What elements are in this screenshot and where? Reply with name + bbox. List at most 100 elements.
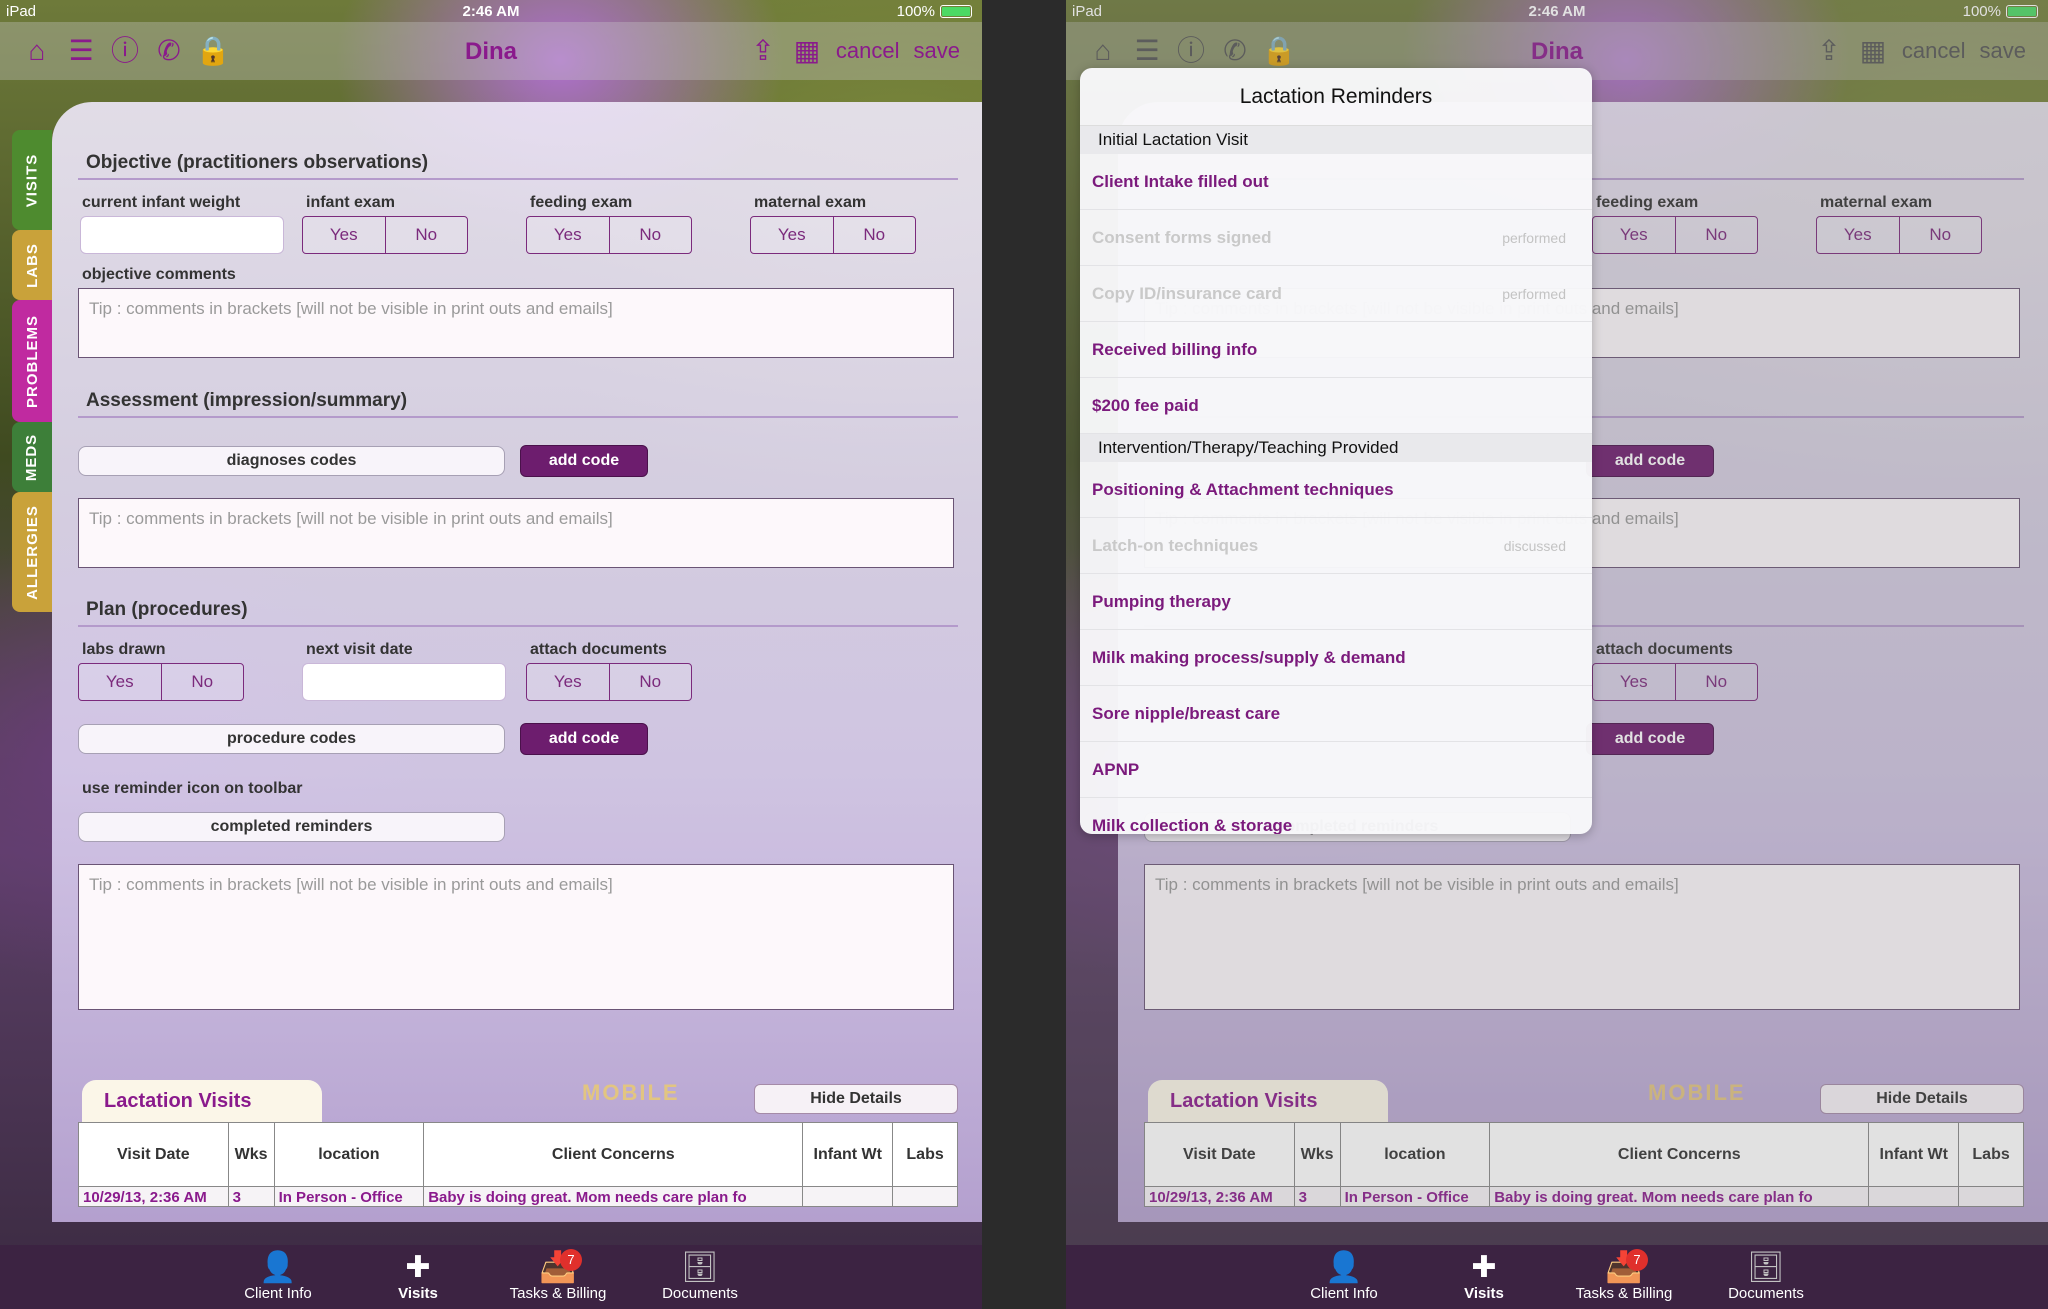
column-header[interactable]: Wks	[1295, 1123, 1341, 1186]
attach-documents-yes[interactable]: Yes	[527, 664, 609, 700]
tab-labs[interactable]: LABS	[12, 230, 52, 300]
current-infant-weight-input[interactable]	[80, 216, 284, 254]
status-bar: iPad 2:46 AM 100%	[0, 0, 982, 22]
objective-title: Objective (practitioners observations)	[86, 152, 429, 173]
tab-client-info[interactable]: 👤 Client Info	[1284, 1251, 1404, 1302]
status-time: 2:46 AM	[462, 3, 520, 20]
feeding-exam-yes[interactable]: Yes	[527, 217, 609, 253]
share-icon[interactable]: ⇪	[748, 36, 778, 66]
column-header[interactable]: Infant Wt	[803, 1123, 894, 1186]
cancel-button[interactable]: cancel	[1902, 38, 1966, 64]
add-procedure-code-button[interactable]: add code	[520, 723, 648, 755]
reminder-item[interactable]: Pumping therapy	[1080, 574, 1592, 630]
add-procedure-code-button[interactable]: add code	[1586, 723, 1714, 755]
column-header[interactable]: Visit Date	[79, 1123, 229, 1186]
tab-meds[interactable]: MEDS	[12, 422, 52, 492]
tab-documents[interactable]: 🗄 Documents	[1706, 1251, 1826, 1302]
reminder-item[interactable]: Client Intake filled out	[1080, 154, 1592, 210]
calendar-icon[interactable]: ▦	[1858, 36, 1888, 66]
table-cell	[1869, 1187, 1960, 1206]
assessment-comments-textarea[interactable]: Tip : comments in brackets [will not be …	[78, 498, 954, 568]
reminder-hint: use reminder icon on toolbar	[82, 780, 303, 797]
reminder-item[interactable]: APNP	[1080, 742, 1592, 798]
attach-documents-yes[interactable]: Yes	[1593, 664, 1675, 700]
brand-logo: MOBILE	[582, 1080, 680, 1105]
objective-comments-textarea[interactable]: Tip : comments in brackets [will not be …	[78, 288, 954, 358]
tab-client-info[interactable]: 👤 Client Info	[218, 1251, 338, 1302]
column-header[interactable]: Client Concerns	[424, 1123, 804, 1186]
hide-details-button[interactable]: Hide Details	[754, 1084, 958, 1114]
tab-bar: 👤 Client Info ✚ Visits 📥 7 Tasks & Billi…	[1066, 1245, 2048, 1309]
inbox-icon: 📥	[539, 1251, 577, 1284]
reminder-item[interactable]: Milk making process/supply & demand	[1080, 630, 1592, 686]
tab-visits[interactable]: VISITS	[12, 130, 52, 230]
tab-problems[interactable]: PROBLEMS	[12, 300, 52, 422]
column-header[interactable]: location	[1341, 1123, 1491, 1186]
feeding-exam-no[interactable]: No	[1674, 217, 1757, 253]
table-row[interactable]: 10/29/13, 2:36 AM 3 In Person - Office B…	[79, 1187, 957, 1206]
infant-exam-yes[interactable]: Yes	[303, 217, 385, 253]
reminder-item[interactable]: Milk collection & storage	[1080, 798, 1592, 835]
share-icon[interactable]: ⇪	[1814, 36, 1844, 66]
labs-drawn-yes[interactable]: Yes	[79, 664, 161, 700]
diagnoses-codes-field[interactable]: diagnoses codes	[78, 446, 505, 476]
cancel-button[interactable]: cancel	[836, 38, 900, 64]
current-infant-weight-label: current infant weight	[82, 194, 241, 211]
notification-badge: 7	[560, 1249, 582, 1271]
feeding-exam-no[interactable]: No	[608, 217, 691, 253]
tab-tasks-billing[interactable]: 📥 7 Tasks & Billing	[498, 1249, 618, 1302]
column-header[interactable]: Infant Wt	[1869, 1123, 1960, 1186]
tab-documents[interactable]: 🗄 Documents	[640, 1251, 760, 1302]
battery-percent: 100%	[896, 3, 935, 20]
column-header[interactable]: Visit Date	[1145, 1123, 1295, 1186]
reminder-item[interactable]: Copy ID/insurance card performed	[1080, 266, 1592, 322]
column-header[interactable]: Labs	[1959, 1123, 2023, 1186]
table-cell: 3	[1295, 1187, 1341, 1206]
plan-comments-textarea[interactable]: Tip : comments in brackets [will not be …	[78, 864, 954, 1010]
reminder-item[interactable]: $200 fee paid	[1080, 378, 1592, 434]
maternal-exam-yes[interactable]: Yes	[751, 217, 833, 253]
column-header[interactable]: Wks	[229, 1123, 275, 1186]
column-header[interactable]: Labs	[893, 1123, 957, 1186]
infant-exam-no[interactable]: No	[384, 217, 467, 253]
tab-allergies[interactable]: ALLERGIES	[12, 492, 52, 612]
column-header[interactable]: Client Concerns	[1490, 1123, 1870, 1186]
reminder-item[interactable]: Positioning & Attachment techniques	[1080, 462, 1592, 518]
ipad-screen-right: iPad 2:46 AM 100% ⌂ ☰ ⓘ ✆ 🔒 Dina ⇪ ▦ can…	[1066, 0, 2048, 1309]
plan-comments-textarea[interactable]: Tip : comments in brackets [will not be …	[1144, 864, 2020, 1010]
table-cell: Baby is doing great. Mom needs care plan…	[424, 1187, 804, 1206]
add-diagnosis-code-button[interactable]: add code	[520, 445, 648, 477]
tab-visits-bottom[interactable]: ✚ Visits	[358, 1251, 478, 1302]
add-diagnosis-code-button[interactable]: add code	[1586, 445, 1714, 477]
procedure-codes-field[interactable]: procedure codes	[78, 724, 505, 754]
tab-visits-bottom[interactable]: ✚ Visits	[1424, 1251, 1544, 1302]
labs-drawn-toggle: Yes No	[78, 663, 244, 701]
table-row[interactable]: 10/29/13, 2:36 AM 3 In Person - Office B…	[1145, 1187, 2023, 1206]
calendar-icon[interactable]: ▦	[792, 36, 822, 66]
reminder-item[interactable]: Received billing info	[1080, 322, 1592, 378]
feeding-exam-yes[interactable]: Yes	[1593, 217, 1675, 253]
battery-icon	[2006, 5, 2038, 18]
maternal-exam-no[interactable]: No	[1898, 217, 1981, 253]
reminder-item[interactable]: Latch-on techniques discussed	[1080, 518, 1592, 574]
tab-tasks-billing[interactable]: 📥 7 Tasks & Billing	[1564, 1249, 1684, 1302]
completed-reminders-field[interactable]: completed reminders	[78, 812, 505, 842]
attach-documents-no[interactable]: No	[1674, 664, 1757, 700]
hide-details-button[interactable]: Hide Details	[1820, 1084, 2024, 1114]
table-cell: 10/29/13, 2:36 AM	[1145, 1187, 1295, 1206]
next-visit-date-input[interactable]	[302, 663, 506, 701]
plan-title: Plan (procedures)	[86, 599, 248, 620]
attach-documents-toggle: Yes No	[526, 663, 692, 701]
reminder-item[interactable]: Consent forms signed performed	[1080, 210, 1592, 266]
column-header[interactable]: location	[275, 1123, 425, 1186]
save-button[interactable]: save	[914, 38, 960, 64]
person-icon: 👤	[1325, 1251, 1363, 1284]
labs-drawn-label: labs drawn	[82, 641, 166, 658]
maternal-exam-yes[interactable]: Yes	[1817, 217, 1899, 253]
maternal-exam-no[interactable]: No	[832, 217, 915, 253]
attach-documents-no[interactable]: No	[608, 664, 691, 700]
save-button[interactable]: save	[1980, 38, 2026, 64]
reminder-item[interactable]: Sore nipple/breast care	[1080, 686, 1592, 742]
visits-table: Visit Date Wks location Client Concerns …	[1144, 1122, 2024, 1207]
labs-drawn-no[interactable]: No	[160, 664, 243, 700]
